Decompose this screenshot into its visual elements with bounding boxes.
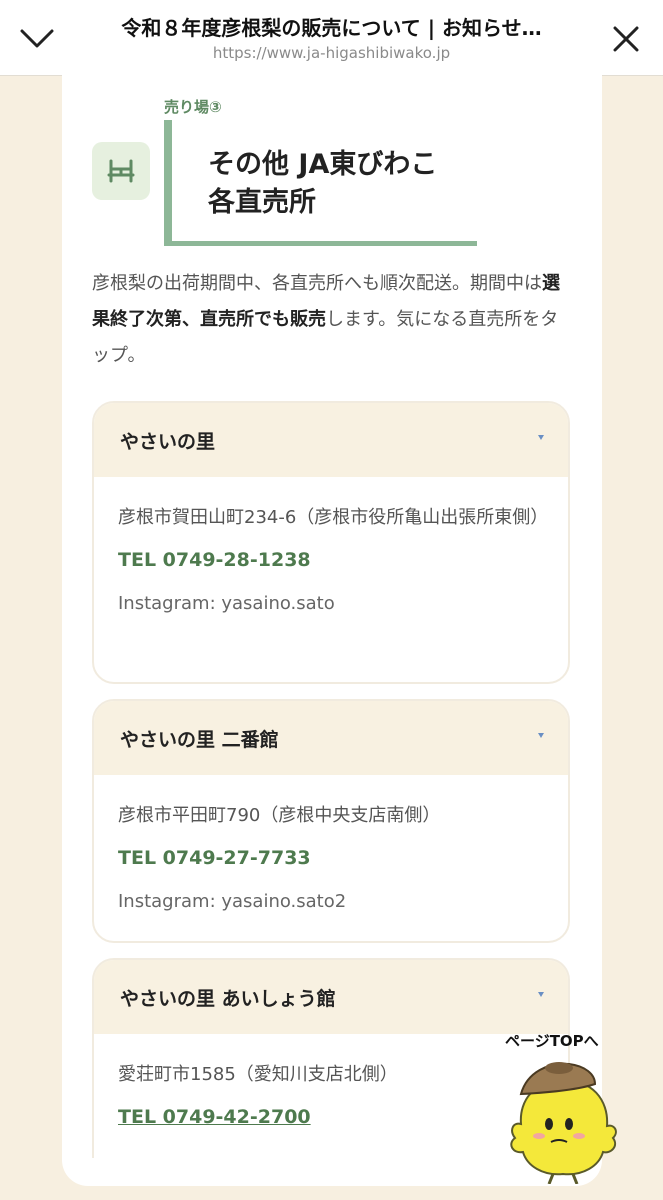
caret-down-icon xyxy=(538,992,544,997)
shop-card-yasaino-sato: やさいの里 彦根市賀田山町234-6（彦根市役所亀山出張所東側） TEL 074… xyxy=(92,401,570,684)
heading-underline xyxy=(164,241,477,246)
page-title: 令和８年度彦根梨の販売について | お知らせ… xyxy=(121,16,542,40)
section-heading: その他 JA東びわこ 各直売所 xyxy=(208,146,437,222)
shop-name: やさいの里 あいしょう館 xyxy=(120,988,336,1010)
heading-accent-bar xyxy=(164,120,172,246)
chevron-down-icon[interactable] xyxy=(18,20,56,58)
shop-tel-link[interactable]: TEL 0749-42-2700 xyxy=(118,1102,544,1132)
shop-name: やさいの里 xyxy=(120,431,216,453)
caret-down-icon xyxy=(538,733,544,738)
shop-header[interactable]: やさいの里 あいしょう館 xyxy=(94,960,568,1034)
page-top-label[interactable]: ページTOPへ xyxy=(505,1030,599,1051)
shop-instagram: Instagram: yasaino.sato xyxy=(118,593,335,614)
shop-address: 愛荘町市1585（愛知川支店北側） xyxy=(118,1064,398,1085)
intro-text: 彦根梨の出荷期間中、各直売所へも順次配送。期間中は選果終了次第、直売所でも販売し… xyxy=(92,266,572,374)
section-heading-line1: その他 JA東びわこ xyxy=(208,149,438,180)
shop-instagram: Instagram: yasaino.sato2 xyxy=(118,891,347,912)
shop-name: やさいの里 二番館 xyxy=(120,729,279,751)
intro-part1: 彦根梨の出荷期間中、各直売所へも順次配送。期間中は xyxy=(92,273,542,294)
browser-top-bar: 令和８年度彦根梨の販売について | お知らせ… https://www.ja-h… xyxy=(0,0,663,76)
section-tag: 売り場③ xyxy=(164,98,222,116)
caret-down-icon xyxy=(538,435,544,440)
mascot-icon xyxy=(510,1062,617,1185)
shop-card-yasaino-sato-aishoukan: やさいの里 あいしょう館 愛荘町市1585（愛知川支店北側） TEL 0749-… xyxy=(92,958,570,1158)
shop-address: 彦根市平田町790（彦根中央支店南側） xyxy=(118,805,441,826)
shop-address: 彦根市賀田山町234-6（彦根市役所亀山出張所東側） xyxy=(118,507,549,528)
shop-header[interactable]: やさいの里 xyxy=(94,403,568,477)
shop-tel-link[interactable]: TEL 0749-28-1238 xyxy=(118,545,544,575)
page-url: https://www.ja-higashibiwako.jp xyxy=(212,44,451,62)
mascot-page-top-button[interactable] xyxy=(503,1054,623,1185)
shop-stall-icon xyxy=(92,142,150,200)
shop-card-yasaino-sato-nibankan: やさいの里 二番館 彦根市平田町790（彦根中央支店南側） TEL 0749-2… xyxy=(92,699,570,943)
shop-header[interactable]: やさいの里 二番館 xyxy=(94,701,568,775)
close-icon[interactable] xyxy=(607,20,645,58)
shop-tel-link[interactable]: TEL 0749-27-7733 xyxy=(118,843,544,873)
section-heading-line2: 各直売所 xyxy=(208,187,316,218)
